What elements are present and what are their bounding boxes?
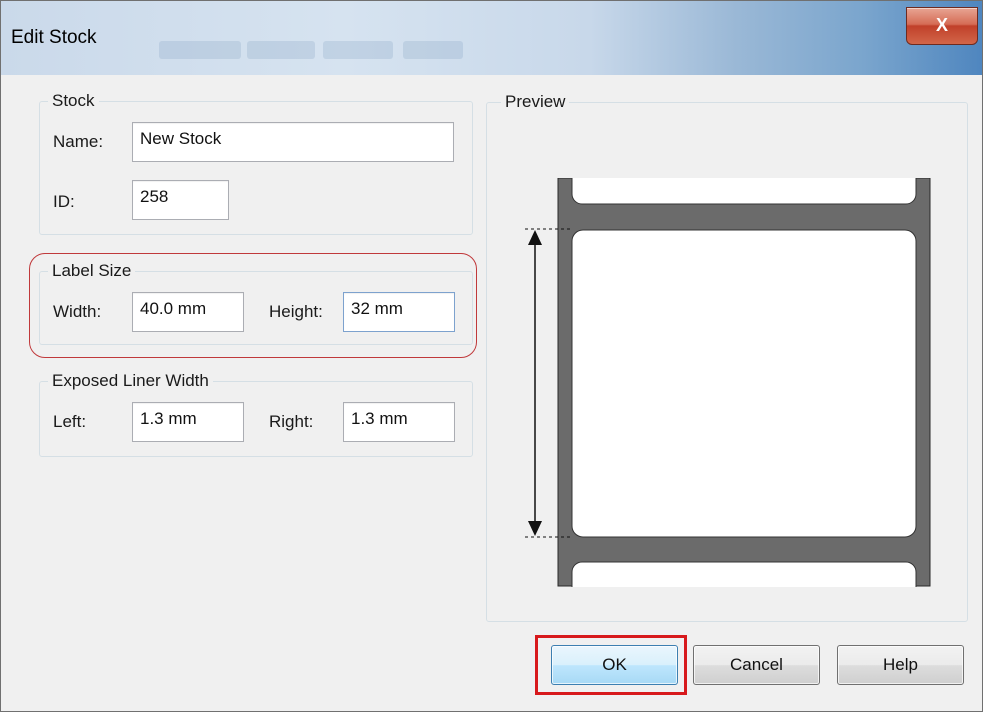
edit-stock-dialog: Edit Stock X Stock Name: New Stock ID: 2… [0,0,983,712]
cancel-button[interactable]: Cancel [693,645,820,685]
background-blur [247,41,315,59]
title-bar[interactable]: Edit Stock X [1,1,982,75]
background-blur [159,41,241,59]
arrow-up-icon [528,230,542,245]
close-button[interactable]: X [906,7,978,45]
label-preview [525,143,931,617]
right-input[interactable]: 1.3 mm [343,402,455,442]
help-button[interactable]: Help [837,645,964,685]
right-label: Right: [269,412,314,431]
arrow-down-icon [528,521,542,536]
window-title: Edit Stock [11,27,97,48]
preview-group: Preview [486,92,968,622]
name-input[interactable]: New Stock [132,122,454,162]
background-blur [323,41,393,59]
close-icon: X [935,15,948,35]
label-main [571,229,917,538]
ok-button-highlight [535,635,687,695]
name-label: Name: [53,132,104,151]
exposed-liner-legend: Exposed Liner Width [48,371,213,391]
left-input[interactable]: 1.3 mm [132,402,244,442]
exposed-liner-group: Exposed Liner Width Left: 1.3 mm Right: … [39,371,473,457]
stock-legend: Stock [48,91,99,111]
label-size-highlight [29,253,477,358]
dialog-content: Stock Name: New Stock ID: 258 Label Size… [1,75,982,711]
id-label: ID: [53,192,75,211]
stock-group: Stock Name: New Stock ID: 258 [39,91,473,235]
id-input[interactable]: 258 [132,180,229,220]
left-label: Left: [53,412,87,431]
background-blur [403,41,463,59]
